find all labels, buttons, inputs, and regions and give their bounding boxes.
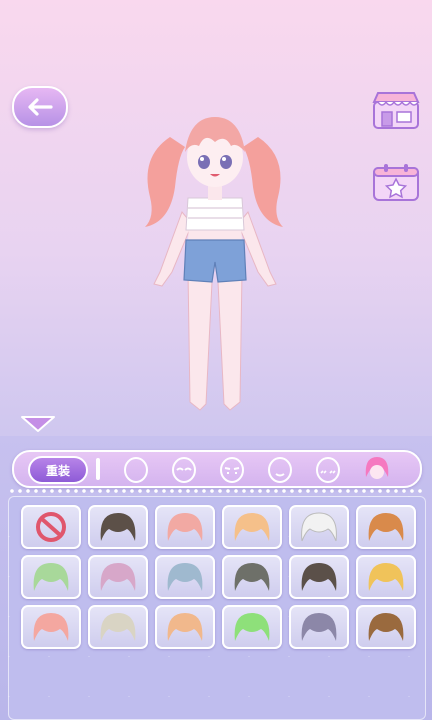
star-calendar-icon bbox=[373, 164, 419, 201]
item-hair-14[interactable] bbox=[155, 605, 215, 649]
hair-icon bbox=[33, 613, 69, 641]
none-icon bbox=[36, 512, 66, 542]
character-preview bbox=[130, 112, 300, 422]
gallery-button[interactable] bbox=[370, 162, 422, 202]
eyebrows-icon bbox=[220, 457, 244, 483]
hair-icon bbox=[33, 563, 69, 591]
hair-icon bbox=[167, 563, 203, 591]
hair-icon bbox=[301, 563, 337, 591]
hair-icon bbox=[234, 613, 270, 641]
item-hair-12[interactable] bbox=[21, 605, 81, 649]
item-hair-3[interactable] bbox=[222, 505, 282, 549]
hair-icon bbox=[368, 613, 404, 641]
item-hair-9[interactable] bbox=[222, 555, 282, 599]
character-figure bbox=[145, 117, 283, 411]
item-hair-6[interactable] bbox=[21, 555, 81, 599]
item-hair-15[interactable] bbox=[222, 605, 282, 649]
hair-icon bbox=[368, 513, 404, 541]
tab-eyebrows[interactable] bbox=[218, 455, 246, 483]
hair-icon bbox=[234, 513, 270, 541]
collapse-panel-button[interactable] bbox=[20, 414, 56, 434]
blush-icon bbox=[316, 457, 340, 483]
tab-eyes[interactable] bbox=[170, 455, 198, 483]
lace-divider bbox=[8, 488, 424, 494]
tab-mouth[interactable] bbox=[266, 455, 294, 483]
tab-blush[interactable] bbox=[314, 455, 342, 483]
customization-panel: 重装 bbox=[0, 436, 432, 720]
triangle-down-icon bbox=[21, 416, 55, 432]
hair-icon bbox=[234, 563, 270, 591]
shop-icon bbox=[372, 92, 420, 129]
hair-icon bbox=[368, 563, 404, 591]
face-outline-icon bbox=[124, 457, 148, 483]
hair-icon bbox=[167, 613, 203, 641]
hair-icon bbox=[167, 513, 203, 541]
hair-icon bbox=[100, 613, 136, 641]
item-grid bbox=[8, 496, 426, 720]
item-hair-11[interactable] bbox=[356, 555, 416, 599]
arrow-left-icon bbox=[28, 98, 53, 116]
item-hair-16[interactable] bbox=[289, 605, 349, 649]
reset-button[interactable]: 重装 bbox=[28, 456, 88, 484]
hair-icon bbox=[100, 513, 136, 541]
hair-icon bbox=[365, 457, 389, 479]
item-hair-1[interactable] bbox=[88, 505, 148, 549]
item-none[interactable] bbox=[21, 505, 81, 549]
back-button[interactable] bbox=[12, 86, 68, 128]
item-hair-10[interactable] bbox=[289, 555, 349, 599]
mouth-icon bbox=[268, 457, 292, 483]
reset-label: 重装 bbox=[45, 463, 70, 478]
item-hair-2[interactable] bbox=[155, 505, 215, 549]
shop-button[interactable] bbox=[370, 90, 422, 130]
category-tabbar: 重装 bbox=[12, 450, 422, 488]
eyes-icon bbox=[172, 457, 196, 483]
tab-divider bbox=[96, 458, 100, 480]
item-hair-5[interactable] bbox=[356, 505, 416, 549]
hair-icon bbox=[301, 613, 337, 641]
hair-icon bbox=[301, 512, 337, 542]
tab-face-shape[interactable] bbox=[122, 455, 150, 483]
item-hair-13[interactable] bbox=[88, 605, 148, 649]
item-hair-4[interactable] bbox=[289, 505, 349, 549]
tab-hair[interactable] bbox=[362, 455, 390, 483]
item-hair-17[interactable] bbox=[356, 605, 416, 649]
item-hair-7[interactable] bbox=[88, 555, 148, 599]
hair-icon bbox=[100, 563, 136, 591]
item-hair-8[interactable] bbox=[155, 555, 215, 599]
